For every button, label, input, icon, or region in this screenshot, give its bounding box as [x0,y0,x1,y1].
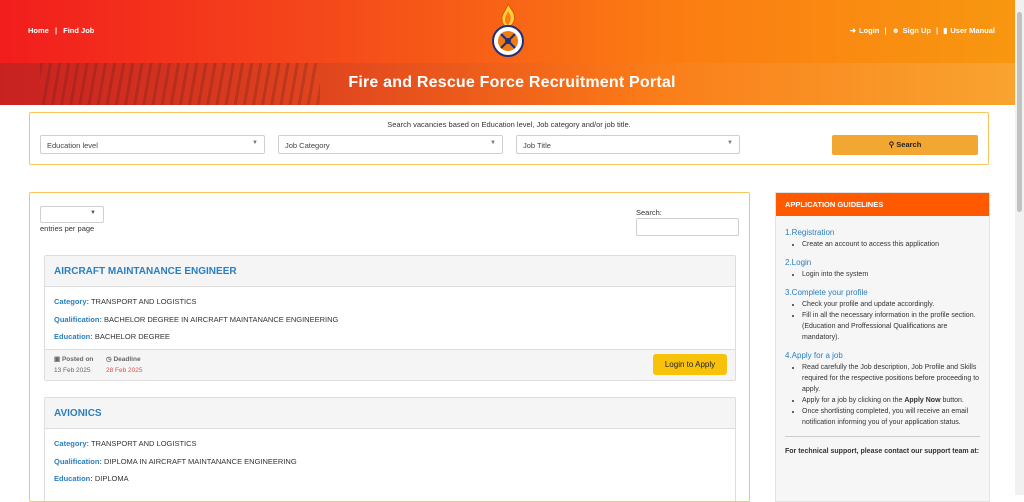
category-label: Category: [54,297,90,306]
search-button[interactable]: ⚲ Search [832,135,978,155]
search-button-label: Search [896,140,922,149]
guideline-title: 2.Login [785,258,812,267]
education-level-placeholder: Education level [47,141,98,150]
deadline-date: 28 Feb 2025 [106,367,143,374]
job-category-select[interactable]: Job Category ▼ [278,135,503,154]
job-title[interactable]: AIRCRAFT MAINTANANCE ENGINEER [45,256,735,287]
entries-per-page-label: entries per page [40,224,95,233]
job-education-row: Education: BACHELOR DEGREE [54,332,726,350]
guideline-item: Read carefully the Job description, Job … [802,362,980,395]
job-qualification-value: BACHELOR DEGREE IN AIRCRAFT MAINTANANCE … [104,314,339,324]
technical-support-text: For technical support, please contact ou… [785,448,980,455]
nav-separator: | [54,26,58,35]
scrollbar-thumb[interactable] [1017,12,1022,212]
entries-per-page-select[interactable]: ▼ [40,206,104,223]
qualification-label: Qualification: [54,314,102,324]
guideline-item: Create an account to access this applica… [802,239,980,250]
nav-separator: | [936,26,939,35]
job-category-row: Category: TRANSPORT AND LOGISTICS [54,297,726,315]
job-card: AIRCRAFT MAINTANANCE ENGINEER Category: … [44,255,736,381]
job-qualification-value: DIPLOMA IN AIRCRAFT MAINTANANCE ENGINEER… [104,456,297,466]
deadline-label: Deadline [113,356,141,363]
guideline-apply: 4.Apply for a job Read carefully the Job… [785,351,980,428]
guideline-item: Fill in all the necessary information in… [802,310,980,343]
category-label: Category: [54,439,90,448]
job-card: AVIONICS Category: TRANSPORT AND LOGISTI… [44,397,736,501]
job-category-value: TRANSPORT AND LOGISTICS [90,297,197,306]
table-search-label: Search: [636,208,662,217]
user-icon: ☻ [891,26,900,35]
education-label: Education: [54,332,93,341]
user-manual-link[interactable]: User Manual [950,26,995,35]
guideline-title: 4.Apply for a job [785,351,843,360]
job-education-value: DIPLOMA [94,474,129,483]
job-qualification-row: Qualification: BACHELOR DEGREE IN AIRCRA… [54,315,726,333]
vacancy-search-panel: Search vacancies based on Education leve… [29,112,989,165]
guideline-registration: 1.Registration Create an account to acce… [785,228,980,250]
guideline-item: Login into the system [802,269,980,280]
chevron-down-icon: ▼ [252,140,258,146]
guidelines-heading: APPLICATION GUIDELINES [776,193,989,216]
top-nav-left: Home | Find Job [28,26,98,35]
nav-find-job-link[interactable]: Find Job [63,26,94,35]
job-title[interactable]: AVIONICS [45,398,735,429]
job-category-placeholder: Job Category [285,141,330,150]
document-icon: ▮ [943,26,948,35]
divider [785,436,980,437]
login-to-apply-button[interactable]: Login to Apply [653,354,727,375]
education-label: Education: [54,474,93,483]
job-listings-panel: ▼ entries per page Search: AIRCRAFT MAIN… [29,192,750,502]
guideline-title: 3.Complete your profile [785,288,868,297]
signup-link[interactable]: Sign Up [903,26,931,35]
search-caption: Search vacancies based on Education leve… [387,120,631,129]
apply-now-text: Apply Now [904,397,941,404]
job-title-select[interactable]: Job Title ▼ [516,135,740,154]
job-education-value: BACHELOR DEGREE [94,332,170,341]
search-icon: ⚲ [888,140,895,149]
calendar-icon: ▣ [54,356,61,363]
guideline-item: Once shortlisting completed, you will re… [802,406,980,428]
nav-home-link[interactable]: Home [28,26,49,35]
job-category-row: Category: TRANSPORT AND LOGISTICS [54,439,726,457]
job-education-row: Education: DIPLOMA [54,474,726,492]
guideline-item: Apply for a job by clicking on the Apply… [802,395,980,406]
guideline-title: 1.Registration [785,228,835,237]
login-link[interactable]: Login [859,26,879,35]
page-scrollbar[interactable] [1015,0,1024,495]
deadline-meta: ◷ Deadline 28 Feb 2025 [106,355,143,374]
guideline-item: Check your profile and update accordingl… [802,299,980,310]
chevron-down-icon: ▼ [490,140,496,146]
guideline-profile: 3.Complete your profile Check your profi… [785,288,980,343]
job-card-footer: ▣ Posted on 13 Feb 2025 ◷ Deadline 28 Fe… [45,349,735,380]
education-level-select[interactable]: Education level ▼ [40,135,265,154]
guideline-login: 2.Login Login into the system [785,258,980,280]
table-search-input[interactable] [636,218,739,236]
clock-icon: ◷ [106,356,112,363]
posted-on-meta: ▣ Posted on 13 Feb 2025 [54,355,93,374]
nav-separator: | [884,26,887,35]
fire-rescue-logo [492,2,524,57]
login-icon: ➜ [849,26,856,35]
portal-title: Fire and Rescue Force Recruitment Portal [348,74,676,91]
chevron-down-icon: ▼ [90,210,96,216]
posted-on-date: 13 Feb 2025 [54,367,91,374]
qualification-label: Qualification: [54,456,102,466]
application-guidelines-panel: APPLICATION GUIDELINES 1.Registration Cr… [775,192,990,502]
job-qualification-row: Qualification: DIPLOMA IN AIRCRAFT MAINT… [54,457,726,475]
top-nav-right: ➜ Login | ☻ Sign Up | ▮ User Manual [847,26,995,35]
chevron-down-icon: ▼ [727,140,733,146]
job-category-value: TRANSPORT AND LOGISTICS [90,439,197,448]
job-title-placeholder: Job Title [523,141,551,150]
posted-on-label: Posted on [61,356,94,363]
site-header: Home | Find Job ➜ Login | ☻ Sign Up | ▮ Use… [0,0,1024,105]
